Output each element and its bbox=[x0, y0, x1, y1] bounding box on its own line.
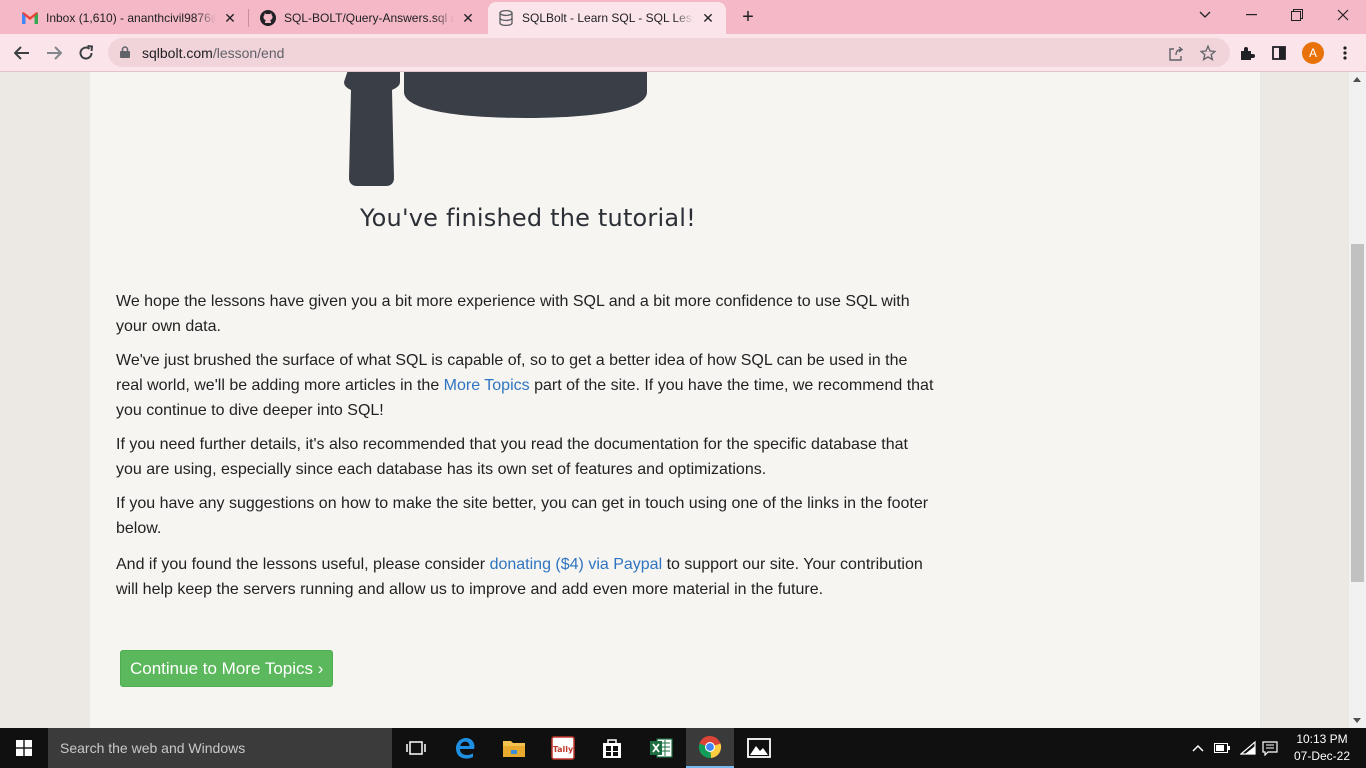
paragraph: We've just brushed the surface of what S… bbox=[116, 348, 936, 423]
lock-icon[interactable] bbox=[120, 46, 130, 58]
gmail-icon bbox=[22, 10, 38, 26]
database-icon bbox=[498, 10, 514, 26]
tab-github[interactable]: SQL-BOLT/Query-Answers.sql at ✕ bbox=[250, 2, 486, 34]
taskbar-search[interactable]: Search the web and Windows bbox=[48, 728, 392, 768]
store-icon[interactable] bbox=[588, 728, 636, 768]
page-viewport: You've finished the tutorial! We hope th… bbox=[0, 72, 1349, 728]
tab-strip: Inbox (1,610) - ananthcivil9876@ ✕ SQL-B… bbox=[0, 0, 1366, 34]
tab-title: Inbox (1,610) - ananthcivil9876@ bbox=[46, 11, 216, 25]
paragraph: If you need further details, it's also r… bbox=[116, 436, 908, 478]
continue-button[interactable]: Continue to More Topics › bbox=[120, 650, 334, 687]
text: And if you found the lessons useful, ple… bbox=[116, 556, 490, 573]
excel-icon[interactable] bbox=[637, 728, 685, 768]
lesson-text: We hope the lessons have given you a bit… bbox=[116, 289, 936, 611]
new-tab-button[interactable]: + bbox=[736, 5, 760, 29]
tab-gmail[interactable]: Inbox (1,610) - ananthcivil9876@ ✕ bbox=[12, 2, 248, 34]
minimize-icon[interactable] bbox=[1228, 0, 1274, 30]
url-text[interactable]: sqlbolt.com/lesson/end bbox=[142, 45, 284, 61]
browser-toolbar: sqlbolt.com/lesson/end A bbox=[0, 34, 1366, 72]
content-card: You've finished the tutorial! We hope th… bbox=[90, 72, 1260, 728]
vertical-scrollbar[interactable] bbox=[1349, 72, 1366, 728]
scroll-up-arrow[interactable] bbox=[1353, 77, 1361, 82]
close-icon[interactable] bbox=[1320, 0, 1366, 30]
tally-icon[interactable]: Tally bbox=[539, 728, 587, 768]
tally-label: Tally bbox=[553, 745, 574, 754]
close-icon[interactable]: ✕ bbox=[222, 10, 238, 26]
url-path: /lesson/end bbox=[212, 45, 285, 61]
battery-icon[interactable] bbox=[1212, 738, 1232, 758]
url-host: sqlbolt.com bbox=[142, 45, 213, 61]
page-title: You've finished the tutorial! bbox=[360, 204, 696, 232]
chevron-down-icon[interactable] bbox=[1182, 0, 1228, 30]
paragraph: And if you found the lessons useful, ple… bbox=[116, 552, 936, 602]
wifi-icon[interactable] bbox=[1238, 738, 1258, 758]
task-view-icon[interactable] bbox=[392, 728, 440, 768]
clock-time: 10:13 PM bbox=[1296, 732, 1348, 746]
tab-title: SQLBolt - Learn SQL - SQL Lesson bbox=[522, 11, 694, 25]
notifications-icon[interactable] bbox=[1260, 738, 1280, 758]
side-panel-icon[interactable] bbox=[1268, 42, 1290, 64]
graduation-cap-illustration bbox=[344, 72, 647, 186]
chrome-icon[interactable] bbox=[686, 728, 734, 768]
bookmark-star-icon[interactable] bbox=[1198, 43, 1218, 63]
reload-icon[interactable] bbox=[73, 40, 99, 66]
paragraph: We hope the lessons have given you a bit… bbox=[116, 293, 910, 335]
more-menu-icon[interactable] bbox=[1334, 42, 1356, 64]
profile-avatar[interactable]: A bbox=[1302, 42, 1324, 64]
tab-sqlbolt[interactable]: SQLBolt - Learn SQL - SQL Lesson ✕ bbox=[488, 2, 726, 34]
system-clock[interactable]: 10:13 PM 07-Dec-22 bbox=[1290, 731, 1354, 765]
forward-icon[interactable] bbox=[41, 40, 67, 66]
photos-icon[interactable] bbox=[735, 728, 783, 768]
scroll-down-arrow[interactable] bbox=[1353, 718, 1361, 723]
windows-taskbar: Search the web and Windows Tally 10:13 P… bbox=[0, 728, 1366, 768]
address-bar[interactable]: sqlbolt.com/lesson/end bbox=[108, 38, 1230, 67]
edge-icon[interactable] bbox=[441, 728, 489, 768]
chevron-up-icon[interactable] bbox=[1188, 738, 1208, 758]
more-topics-link[interactable]: More Topics bbox=[444, 377, 530, 394]
clock-date: 07-Dec-22 bbox=[1293, 749, 1351, 763]
tab-title: SQL-BOLT/Query-Answers.sql at bbox=[284, 11, 454, 25]
tab-divider bbox=[248, 9, 249, 27]
github-icon bbox=[260, 10, 276, 26]
restore-icon[interactable] bbox=[1274, 0, 1320, 30]
back-icon[interactable] bbox=[9, 40, 35, 66]
extensions-icon[interactable] bbox=[1236, 42, 1258, 64]
file-explorer-icon[interactable] bbox=[490, 728, 538, 768]
windows-start-icon[interactable] bbox=[0, 728, 48, 768]
paragraph: If you have any suggestions on how to ma… bbox=[116, 495, 929, 537]
scroll-thumb[interactable] bbox=[1351, 244, 1364, 582]
donate-link[interactable]: donating ($4) via Paypal bbox=[490, 556, 663, 573]
close-icon[interactable]: ✕ bbox=[700, 10, 716, 26]
share-icon[interactable] bbox=[1166, 43, 1186, 63]
close-icon[interactable]: ✕ bbox=[460, 10, 476, 26]
